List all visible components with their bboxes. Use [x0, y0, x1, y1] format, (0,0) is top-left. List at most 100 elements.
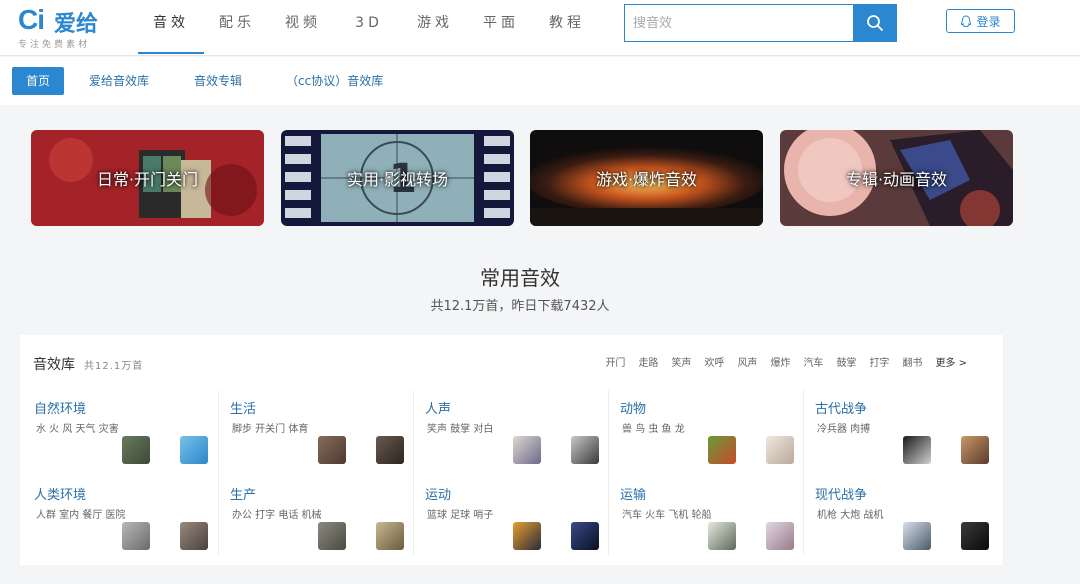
category-name[interactable]: 运动 [425, 484, 451, 503]
category-life: 生活 脚步 开关门 体育 [230, 398, 425, 478]
thumbnail-image[interactable] [571, 522, 599, 550]
category-name[interactable]: 人类环境 [34, 484, 86, 503]
thumbnail-image[interactable] [513, 436, 541, 464]
sub-nav: 首页 爱给音效库 音效专辑 （cc协议）音效库 [0, 57, 1080, 105]
subnav-item-library[interactable]: 爱给音效库 [89, 67, 149, 95]
banner-animation-sounds[interactable]: 专辑·动画音效 [780, 130, 1013, 226]
section-title: 常用音效 [480, 266, 560, 290]
main-nav: 音效 配乐 视频 3D 游戏 平面 教程 [138, 0, 600, 56]
nav-item-video[interactable]: 视频 [270, 0, 336, 56]
tag-link[interactable]: 鼓掌 [836, 354, 856, 369]
nav-item-tutorial[interactable]: 教程 [534, 0, 600, 56]
tag-link[interactable]: 笑声 [671, 354, 691, 369]
category-name[interactable]: 生产 [230, 484, 256, 503]
thumbnail-image[interactable] [513, 522, 541, 550]
thumbnail-image[interactable] [318, 522, 346, 550]
category-name[interactable]: 古代战争 [815, 398, 867, 417]
logo-slogan: 专注免费素材 [18, 40, 91, 50]
tag-link[interactable]: 打字 [869, 354, 889, 369]
thumbnail-image[interactable] [376, 436, 404, 464]
category-nature: 自然环境 水 火 风 天气 灾害 [34, 398, 229, 478]
tag-link[interactable]: 汽车 [803, 354, 823, 369]
banner-label: 专辑·动画音效 [845, 170, 948, 189]
tag-link[interactable]: 走路 [638, 354, 658, 369]
banner-door-sounds[interactable]: 日常·开门关门 [31, 130, 264, 226]
login-button[interactable]: 登录 [946, 9, 1015, 33]
logo-mark: Ci [18, 4, 45, 35]
category-desc: 笑声 鼓掌 对白 [427, 424, 494, 435]
category-sports: 运动 篮球 足球 哨子 [425, 484, 620, 564]
search-icon [866, 15, 883, 31]
thumbnail-image[interactable] [571, 436, 599, 464]
category-animals: 动物 兽 鸟 虫 鱼 龙 [620, 398, 815, 478]
category-desc: 办公 打字 电话 机械 [232, 510, 322, 521]
thumbnail-image[interactable] [122, 436, 150, 464]
banner-label: 日常·开门关门 [96, 170, 199, 189]
nav-item-game[interactable]: 游戏 [402, 0, 468, 56]
qq-penguin-icon [961, 14, 972, 27]
site-logo[interactable]: Ci 爱给 专注免费素材 [18, 4, 118, 50]
category-desc: 兽 鸟 虫 鱼 龙 [622, 424, 685, 435]
banner-transition-sounds[interactable]: 1 实用·影视转场 [281, 130, 514, 226]
panel-count: 共12.1万首 [84, 361, 144, 372]
thumbnail-image[interactable] [903, 522, 931, 550]
thumbnail-image[interactable] [708, 436, 736, 464]
section-subtitle: 共12.1万首，昨日下载7432人 [430, 299, 610, 314]
thumbnail-image[interactable] [903, 436, 931, 464]
category-modern-war: 现代战争 机枪 大炮 战机 [815, 484, 1010, 564]
more-tags-link[interactable]: 更多 > [935, 354, 967, 369]
subnav-item-albums[interactable]: 音效专辑 [194, 67, 242, 95]
category-name[interactable]: 运输 [620, 484, 646, 503]
category-name[interactable]: 现代战争 [815, 484, 867, 503]
tag-link[interactable]: 爆炸 [770, 354, 790, 369]
hot-tags: 开门 走路 笑声 欢呼 风声 爆炸 汽车 鼓掌 打字 翻书 更多 > [605, 354, 967, 369]
thumbnail-image[interactable] [961, 522, 989, 550]
thumbnail-image[interactable] [318, 436, 346, 464]
subnav-item-home[interactable]: 首页 [12, 67, 65, 95]
nav-item-graphic[interactable]: 平面 [468, 0, 534, 56]
logo-name: 爱给 [54, 12, 99, 37]
search-button[interactable] [853, 5, 896, 41]
thumbnail-image[interactable] [708, 522, 736, 550]
category-transport: 运输 汽车 火车 飞机 轮船 [620, 484, 815, 564]
category-name[interactable]: 动物 [620, 398, 646, 417]
sound-library-panel: 音效库 共12.1万首 开门 走路 笑声 欢呼 风声 爆炸 汽车 鼓掌 打字 翻… [20, 335, 1003, 565]
top-header: Ci 爱给 专注免费素材 音效 配乐 视频 3D 游戏 平面 教程 登录 [0, 0, 1080, 56]
category-desc: 脚步 开关门 体育 [232, 424, 309, 435]
banner-label: 游戏·爆炸音效 [595, 170, 698, 189]
thumbnail-image[interactable] [961, 436, 989, 464]
category-production: 生产 办公 打字 电话 机械 [230, 484, 425, 564]
category-voice: 人声 笑声 鼓掌 对白 [425, 398, 620, 478]
login-label: 登录 [976, 14, 1001, 29]
tag-link[interactable]: 开门 [605, 354, 625, 369]
search-box [624, 4, 897, 42]
category-ancient-war: 古代战争 冷兵器 肉搏 [815, 398, 1010, 478]
nav-item-music[interactable]: 配乐 [204, 0, 270, 56]
thumbnail-image[interactable] [180, 436, 208, 464]
search-input[interactable] [625, 5, 853, 41]
thumbnail-image[interactable] [766, 436, 794, 464]
category-name[interactable]: 人声 [425, 398, 451, 417]
subnav-item-cc-library[interactable]: （cc协议）音效库 [286, 67, 383, 95]
category-desc: 水 火 风 天气 灾害 [36, 424, 119, 435]
thumbnail-image[interactable] [180, 522, 208, 550]
nav-item-sound-effects[interactable]: 音效 [138, 0, 204, 56]
category-desc: 冷兵器 肉搏 [817, 424, 871, 435]
category-desc: 机枪 大炮 战机 [817, 510, 884, 521]
thumbnail-image[interactable] [122, 522, 150, 550]
banner-label: 实用·影视转场 [346, 170, 449, 189]
thumbnail-image[interactable] [376, 522, 404, 550]
thumbnail-image[interactable] [766, 522, 794, 550]
category-name[interactable]: 自然环境 [34, 398, 86, 417]
banner-explosion-sounds[interactable]: 游戏·爆炸音效 [530, 130, 763, 226]
category-desc: 篮球 足球 哨子 [427, 510, 494, 521]
category-human-environment: 人类环境 人群 室内 餐厅 医院 [34, 484, 229, 564]
tag-link[interactable]: 欢呼 [704, 354, 724, 369]
category-name[interactable]: 生活 [230, 398, 256, 417]
category-desc: 人群 室内 餐厅 医院 [36, 510, 126, 521]
nav-item-3d[interactable]: 3D [336, 0, 402, 56]
panel-title: 音效库 [33, 357, 75, 373]
tag-link[interactable]: 风声 [737, 354, 757, 369]
tag-link[interactable]: 翻书 [902, 354, 922, 369]
category-desc: 汽车 火车 飞机 轮船 [622, 510, 712, 521]
